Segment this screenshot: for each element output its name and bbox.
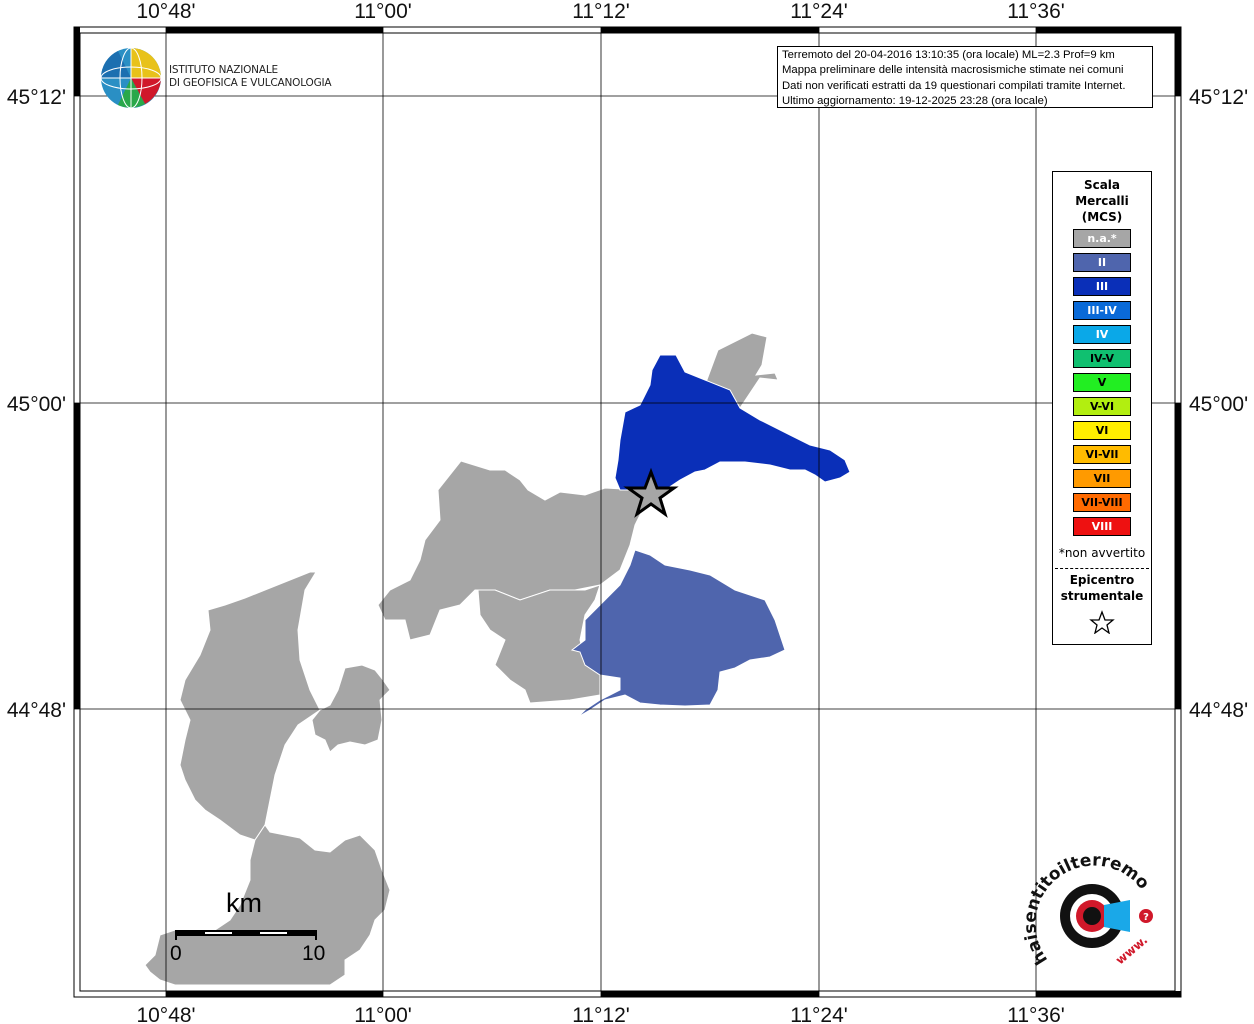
info-line: Terremoto del 20-04-2016 13:10:35 (ora l… xyxy=(782,49,1115,61)
lon-tick-label: 11°00' xyxy=(354,0,412,23)
legend-title-line: Mercalli xyxy=(1075,194,1129,208)
legend-item: II xyxy=(1073,253,1131,272)
lon-tick-label: 11°24' xyxy=(790,1004,848,1024)
legend-item: VI xyxy=(1073,421,1131,440)
lon-tick-label: 10°48' xyxy=(136,1004,195,1024)
legend-item: III-IV xyxy=(1073,301,1131,320)
scale-bar-end: 10 xyxy=(302,942,326,965)
latitude-labels-right: 45°12' 45°00' 44°48' xyxy=(1189,86,1248,722)
legend-epicenter-line: strumentale xyxy=(1060,589,1144,603)
longitude-labels-top: 10°48' 11°00' 11°12' 11°24' 11°36' xyxy=(136,0,1064,23)
legend-item: VII-VIII xyxy=(1073,493,1131,512)
legend-item: IV-V xyxy=(1073,349,1131,368)
legend-item: III xyxy=(1073,277,1131,296)
info-line: Dati non verificati estratti da 19 quest… xyxy=(782,79,1126,92)
svg-text:?: ? xyxy=(1143,912,1149,923)
legend-title-line: Scala xyxy=(1083,178,1121,192)
legend-title: Scala Mercalli (MCS) xyxy=(1053,177,1151,225)
lat-tick-label: 44°48' xyxy=(7,699,66,722)
legend-item: VII xyxy=(1073,469,1131,488)
legend-star-icon xyxy=(1089,610,1115,634)
latitude-labels-left: 45°12' 45°00' 44°48' xyxy=(7,86,66,722)
legend-epicenter-label: Epicentro strumentale xyxy=(1053,572,1151,604)
institute-name: ISTITUTO NAZIONALE DI GEOFISICA E VULCAN… xyxy=(169,64,332,90)
legend-item: V xyxy=(1073,373,1131,392)
lon-tick-label: 11°12' xyxy=(572,1004,630,1024)
lon-tick-label: 11°12' xyxy=(572,0,630,23)
legend-epicenter-line: Epicentro xyxy=(1069,573,1135,587)
institute-name-line1: ISTITUTO NAZIONALE xyxy=(169,64,278,76)
lon-tick-label: 11°36' xyxy=(1007,1004,1065,1024)
lat-tick-label: 44°48' xyxy=(1189,699,1248,722)
legend-divider xyxy=(1055,568,1149,569)
lat-tick-label: 45°00' xyxy=(1189,393,1248,416)
legend-item: n.a.* xyxy=(1073,229,1131,248)
lon-tick-label: 11°00' xyxy=(354,1004,412,1024)
earthquake-info-box: Terremoto del 20-04-2016 13:10:35 (ora l… xyxy=(777,46,1153,108)
lat-tick-label: 45°00' xyxy=(7,393,66,416)
lon-tick-label: 11°36' xyxy=(1007,0,1065,23)
institute-name-line2: DI GEOFISICA E VULCANOLOGIA xyxy=(169,77,332,89)
lat-tick-label: 45°12' xyxy=(1189,86,1248,109)
scale-bar-unit: km xyxy=(226,888,262,918)
ingv-globe-icon xyxy=(100,47,162,109)
legend-item: IV xyxy=(1073,325,1131,344)
legend-title-line: (MCS) xyxy=(1081,210,1123,224)
legend-item: V-VI xyxy=(1073,397,1131,416)
info-line: Ultimo aggiornamento: 19-12-2025 23:28 (… xyxy=(782,94,1048,107)
lon-tick-label: 11°24' xyxy=(790,0,848,23)
legend-item: VIII xyxy=(1073,517,1131,536)
legend-note: *non avvertito xyxy=(1058,546,1146,560)
mcs-legend: Scala Mercalli (MCS) n.a.* II III III-IV IV I… xyxy=(1052,171,1152,645)
longitude-labels-bottom: 10°48' 11°00' 11°12' 11°24' 11°36' xyxy=(136,1004,1064,1024)
scale-bar-start: 0 xyxy=(170,942,182,965)
lat-tick-label: 45°12' xyxy=(7,86,66,109)
lon-tick-label: 10°48' xyxy=(136,0,195,23)
info-line: Mappa preliminare delle intensità macros… xyxy=(782,64,1124,77)
legend-item: VI-VII xyxy=(1073,445,1131,464)
